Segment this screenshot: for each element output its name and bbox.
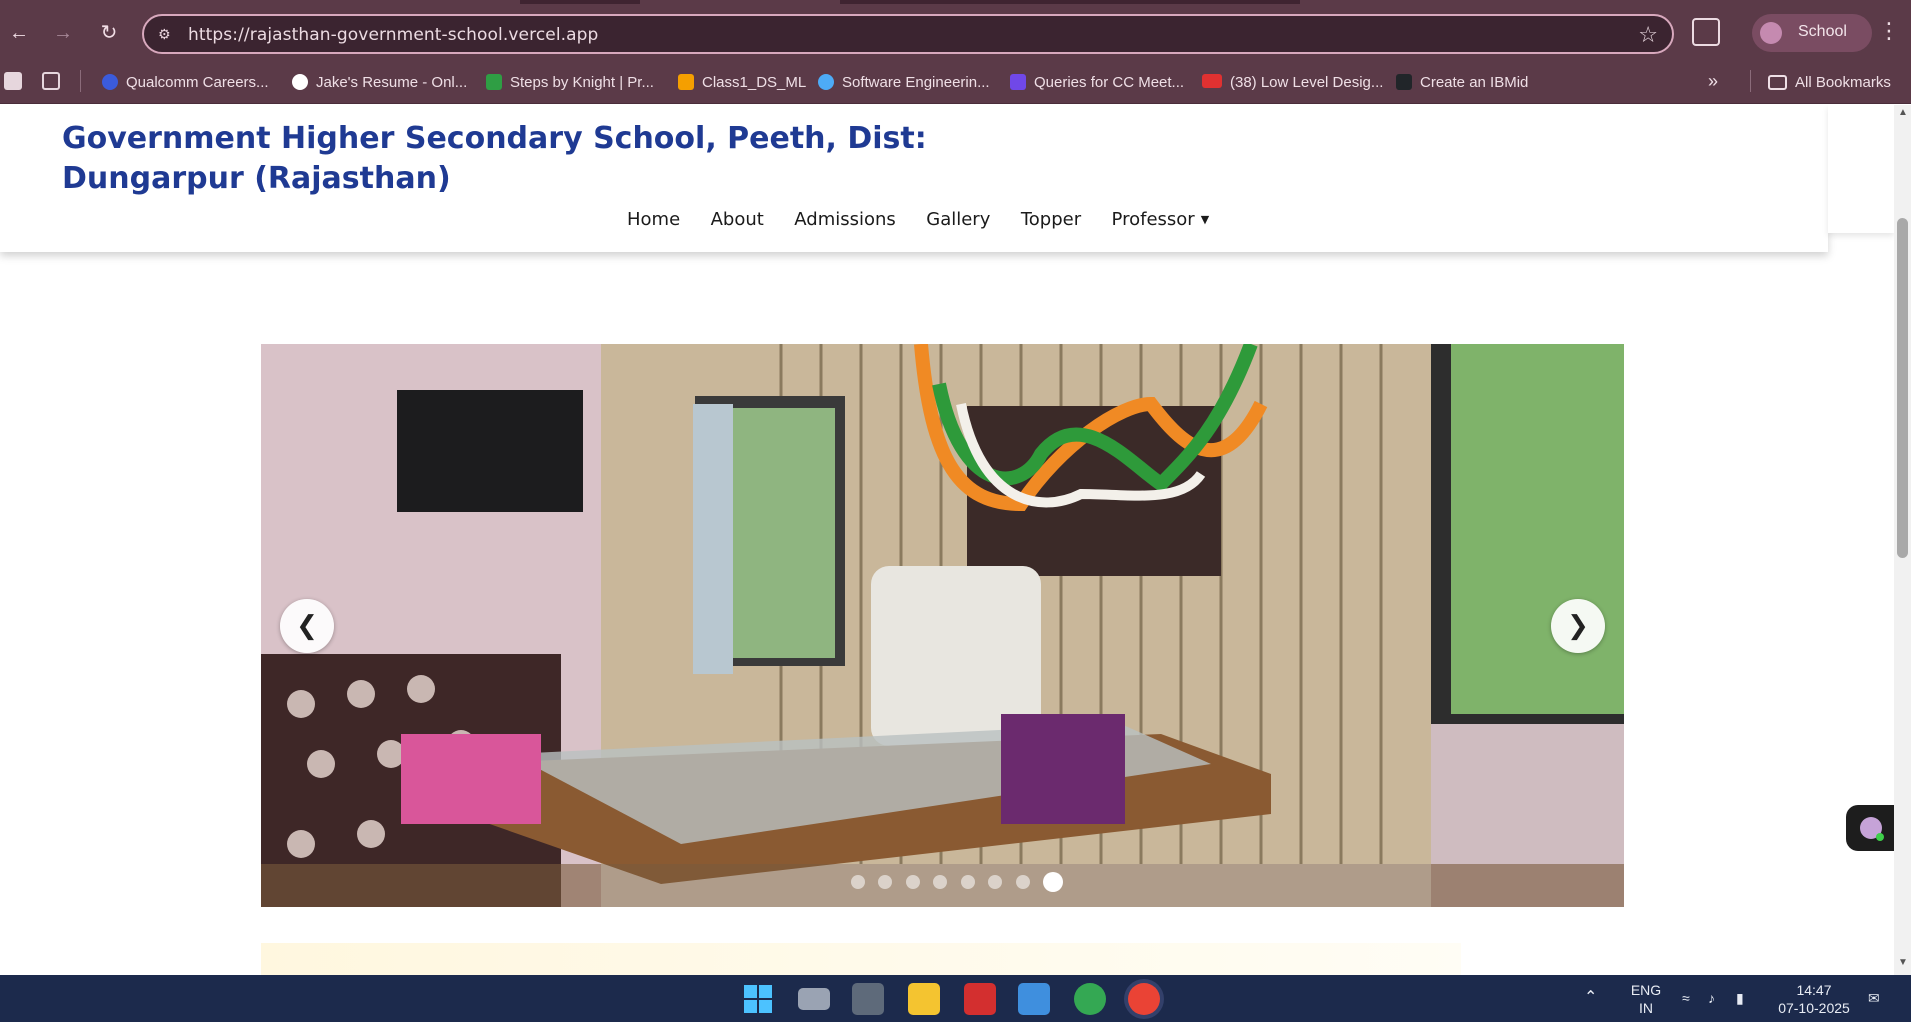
battery-icon[interactable]: ▮ [1736,989,1744,1007]
carousel-dot[interactable] [960,875,975,889]
scroll-down-icon[interactable]: ▼ [1898,957,1908,968]
wifi-icon[interactable]: ≈ [1682,989,1690,1007]
notifications-icon[interactable]: ✉ [1868,989,1880,1007]
carousel-dot[interactable] [933,875,948,889]
carousel-dot[interactable] [851,875,865,889]
folder-icon [1768,75,1787,90]
bookmark-item[interactable]: Create an IBMid [1396,74,1528,96]
nav-professor[interactable]: Professor ▼ [1112,209,1210,230]
back-arrow-icon[interactable]: ← [4,18,34,48]
page-scrollbar[interactable]: ▲ ▼ [1894,105,1911,975]
site-title: Government Higher Secondary School, Peet… [62,121,927,196]
nav-professor-label: Professor [1111,209,1195,230]
online-status-icon [1876,833,1884,841]
chevron-left-icon: ❮ [296,610,318,640]
taskbar: ⌃ ENG IN ≈ ♪ ▮ 14:47 07-10-2025 ✉ [0,975,1911,1022]
apps-grid-icon[interactable] [42,72,68,94]
profile-button[interactable]: School [1752,14,1872,52]
carousel-dot[interactable] [988,875,1003,889]
bookmark-star-icon[interactable]: ☆ [1638,22,1658,48]
web-page: Government Higher Secondary School, Peet… [0,105,1894,975]
region-code: IN [1639,1000,1653,1016]
image-carousel: ❮ ❯ [261,344,1624,907]
browser-toolbar: ← → ↻ ⚙ https://rajasthan-government-sch… [0,0,1911,64]
clock-date: 07-10-2025 [1778,1000,1850,1016]
notebook-icon [678,74,694,90]
acrobat-icon[interactable] [964,983,996,1015]
bookmark-item[interactable]: Jake's Resume - Onl... [292,74,467,96]
show-hidden-icons[interactable]: ⌃ [1584,989,1597,1007]
carousel-dot-active[interactable] [1043,872,1064,892]
course-icon [818,74,834,90]
bookmark-item[interactable]: Queries for CC Meet... [1010,74,1184,96]
bookmark-item[interactable]: Software Engineerin... [818,74,990,96]
nav-home[interactable]: Home [627,209,680,230]
extensions-icon[interactable] [1692,18,1720,46]
nav-admissions[interactable]: Admissions [794,209,896,230]
qualcomm-icon [102,74,118,90]
profile-label: School [1798,23,1847,40]
address-bar[interactable]: ⚙ https://rajasthan-government-school.ve… [142,14,1674,54]
volume-icon[interactable]: ♪ [1708,989,1715,1007]
chrome-profile-icon[interactable] [1128,983,1160,1015]
language-code: ENG [1630,982,1662,998]
carousel-dot[interactable] [1015,875,1030,889]
carousel-slide-image [261,344,1624,907]
reload-icon[interactable]: ↻ [94,18,124,48]
youtube-icon [1202,74,1222,88]
tab-edge [840,0,1300,4]
nav-about[interactable]: About [711,209,764,230]
chrome-icon[interactable] [1074,983,1106,1015]
file-explorer-icon[interactable] [908,983,940,1015]
task-view-icon[interactable] [798,988,830,1010]
next-section-edge [261,943,1461,975]
divider [1750,70,1751,92]
clock[interactable]: 14:47 07-10-2025 [1774,981,1854,1017]
caret-down-icon: ▼ [1200,213,1210,226]
site-info-icon[interactable]: ⚙ [158,25,176,43]
tab-edge [520,0,640,4]
chevron-right-icon: ❯ [1567,610,1589,640]
divider [80,70,81,92]
geeksforgeeks-icon [486,74,502,90]
scrollbar-thumb[interactable] [1897,218,1908,558]
main-nav: Home About Admissions Gallery Topper Pro… [627,209,1235,239]
scroll-up-icon[interactable]: ▲ [1898,107,1908,118]
sidepanel-icon[interactable] [4,72,30,94]
assistant-button[interactable] [1846,805,1894,851]
carousel-next-button[interactable]: ❯ [1551,599,1605,653]
bookmark-item[interactable]: (38) Low Level Desig... [1202,74,1383,96]
bookmark-item[interactable]: Steps by Knight | Pr... [486,74,654,96]
bookmark-item[interactable]: Class1_DS_ML [678,74,806,96]
nav-gallery[interactable]: Gallery [926,209,990,230]
more-menu-icon[interactable]: ⋮ [1878,18,1900,44]
all-bookmarks[interactable]: All Bookmarks [1768,74,1891,96]
clock-time: 14:47 [1796,982,1832,998]
nav-topper[interactable]: Topper [1021,209,1081,230]
language-indicator[interactable]: ENG IN [1626,981,1666,1017]
carousel-prev-button[interactable]: ❮ [280,599,334,653]
windows-start-icon[interactable] [742,983,774,1015]
carousel-indicators [851,872,1072,894]
avatar [1760,22,1782,44]
more-bookmarks-icon[interactable]: » [1708,71,1718,93]
bookmarks-bar: Qualcomm Careers... Jake's Resume - Onl.… [0,64,1911,104]
forward-arrow-icon[interactable]: → [48,18,78,48]
url-text[interactable]: https://rajasthan-government-school.verc… [188,25,598,45]
photos-icon[interactable] [1018,983,1050,1015]
overleaf-icon [292,74,308,90]
carousel-dot[interactable] [878,875,893,889]
site-header: Government Higher Secondary School, Peet… [0,105,1828,252]
ibm-icon [1396,74,1412,90]
forms-icon [1010,74,1026,90]
downloads-icon[interactable] [852,983,884,1015]
bookmark-item[interactable]: Qualcomm Careers... [102,74,269,96]
carousel-dot[interactable] [905,875,920,889]
header-edge [1828,105,1894,233]
